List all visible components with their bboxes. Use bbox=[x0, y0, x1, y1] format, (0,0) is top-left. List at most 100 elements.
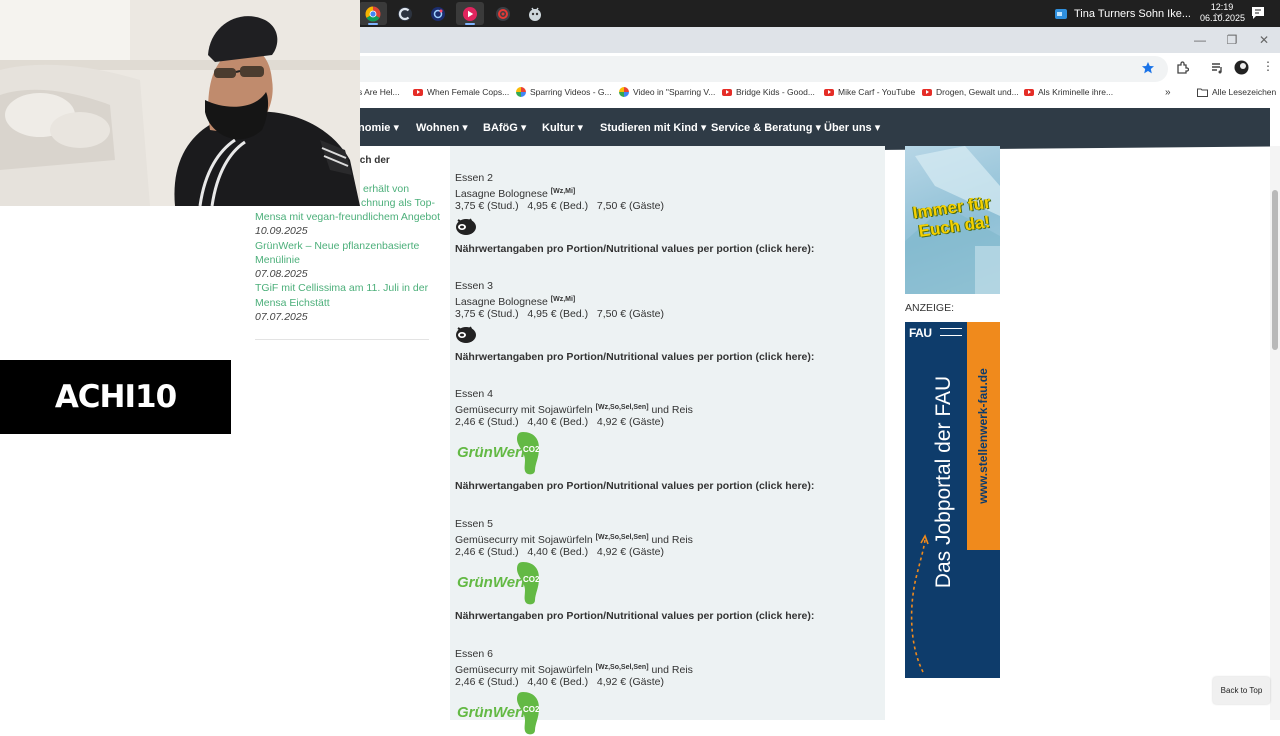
news-link[interactable]: Mensa mit vegan-freundlichem Angebot bbox=[255, 210, 445, 224]
nutrition-link[interactable]: Nährwertangaben pro Portion/Nutritional … bbox=[455, 480, 880, 492]
nav-item-studieren-mit-kind[interactable]: Studieren mit Kind ▾ bbox=[600, 121, 706, 134]
gruenwerk-text: GrünWerk bbox=[457, 574, 530, 591]
allergen-codes: [Wz,So,Sel,Sen] bbox=[595, 534, 649, 541]
allergen-codes: [Wz,Mi] bbox=[550, 188, 576, 195]
chat-app-taskbar-icon[interactable] bbox=[521, 2, 549, 25]
bookmarks-overflow-icon[interactable]: » bbox=[1165, 87, 1171, 98]
news-link[interactable]: GrünWerk – Neue pflanzenbasierte Menülin… bbox=[255, 239, 425, 268]
dish-number: Essen 3 bbox=[455, 280, 493, 292]
all-bookmarks-button[interactable]: Alle Lesezeichen bbox=[1197, 87, 1276, 97]
sidebar-heading-fragment: ich der bbox=[357, 155, 390, 166]
bookmark-item[interactable]: Als Kriminelle ihre... bbox=[1024, 87, 1113, 97]
media-player-taskbar-icon[interactable] bbox=[456, 2, 484, 25]
recorder-taskbar-icon[interactable] bbox=[489, 2, 517, 25]
arrow-icon bbox=[910, 534, 929, 673]
system-clock[interactable]: 12:19 06.10.2025 bbox=[1200, 2, 1245, 24]
ad-banner-top[interactable]: Immer für Euch da! bbox=[905, 146, 1000, 294]
chrome-taskbar-icon[interactable] bbox=[359, 2, 387, 25]
dish-prices: 3,75 € (Stud.) 4,95 € (Bed.) 7,50 € (Gäs… bbox=[455, 308, 664, 320]
nutrition-link[interactable]: Nährwertangaben pro Portion/Nutritional … bbox=[455, 610, 880, 622]
news-link[interactable]: TGiF mit Cellissima am 11. Juli in der M… bbox=[255, 281, 430, 310]
news-link-fragment[interactable]: chnung als Top- bbox=[361, 196, 435, 210]
webcam-feed-image bbox=[0, 0, 360, 206]
fau-url: www.stellenwerk-fau.de bbox=[976, 368, 990, 504]
scrollbar-thumb[interactable] bbox=[1272, 190, 1278, 350]
youtube-icon bbox=[413, 88, 423, 96]
media-widget-icon bbox=[1055, 9, 1067, 19]
ad-fau-jobportal[interactable]: FAU www.stellenwerk-fau.de Das Jobportal… bbox=[905, 322, 1000, 678]
dish-prices: 3,75 € (Stud.) 4,95 € (Bed.) 7,50 € (Gäs… bbox=[455, 200, 664, 212]
menu-panel: Essen 2 Lasagne Bolognese [Wz,Mi] 3,75 €… bbox=[450, 146, 885, 735]
nutrition-link[interactable]: Nährwertangaben pro Portion/Nutritional … bbox=[455, 351, 880, 363]
browser-menu-icon[interactable]: ⋮ bbox=[1262, 59, 1274, 73]
dish-prices: 2,46 € (Stud.) 4,40 € (Bed.) 4,92 € (Gäs… bbox=[455, 676, 664, 688]
allergen-codes: [Wz,So,Sel,Sen] bbox=[595, 404, 649, 411]
pig-icon bbox=[456, 326, 476, 343]
folder-icon bbox=[1197, 88, 1208, 97]
back-to-top-button[interactable]: Back to Top bbox=[1213, 677, 1270, 704]
restore-icon[interactable]: ❐ bbox=[1216, 27, 1248, 53]
bookmark-item[interactable]: Bridge Kids - Good... bbox=[722, 87, 815, 97]
bookmark-star-icon[interactable] bbox=[1141, 61, 1155, 80]
allergen-codes: [Wz,So,Sel,Sen] bbox=[595, 664, 649, 671]
fau-logo: FAU bbox=[909, 326, 932, 340]
dish-number: Essen 2 bbox=[455, 172, 493, 184]
media-controls-icon[interactable] bbox=[1210, 61, 1224, 80]
bookmark-item[interactable]: Mike Carf - YouTube bbox=[824, 87, 915, 97]
bookmark-item[interactable]: Video in "Sparring V... bbox=[619, 87, 715, 97]
google-photos-icon bbox=[619, 87, 629, 97]
dish-number: Essen 4 bbox=[455, 388, 493, 400]
dish-name: Gemüsecurry mit Sojawürfeln [Wz,So,Sel,S… bbox=[455, 404, 693, 416]
menu-item: Essen 5 Gemüsecurry mit Sojawürfeln [Wz,… bbox=[455, 517, 880, 622]
dish-name: Lasagne Bolognese [Wz,Mi] bbox=[455, 188, 576, 200]
bookmark-item[interactable]: Sparring Videos - G... bbox=[516, 87, 612, 97]
ad-label: ANZEIGE: bbox=[905, 302, 955, 314]
dish-prices: 2,46 € (Stud.) 4,40 € (Bed.) 4,92 € (Gäs… bbox=[455, 546, 664, 558]
ccleaner-taskbar-icon[interactable] bbox=[391, 2, 419, 25]
streamer-logo: ACHI10 bbox=[0, 360, 231, 434]
google-photos-icon bbox=[516, 87, 526, 97]
youtube-icon bbox=[922, 88, 932, 96]
news-link-fragment[interactable]: erhält von bbox=[363, 182, 409, 196]
news-date: 07.08.2025 bbox=[255, 268, 308, 281]
fau-headline: Das Jobportal der FAU bbox=[932, 375, 955, 589]
gruenwerk-text: GrünWerk bbox=[457, 444, 530, 461]
co2-text: CO2 bbox=[523, 705, 540, 714]
window-controls: — ❐ ✕ bbox=[1184, 27, 1280, 53]
dish-name: Gemüsecurry mit Sojawürfeln [Wz,So,Sel,S… bbox=[455, 664, 693, 676]
co2-text: CO2 bbox=[523, 445, 540, 454]
youtube-icon bbox=[824, 88, 834, 96]
sidebar-divider bbox=[255, 339, 429, 340]
extensions-icon[interactable] bbox=[1175, 61, 1190, 80]
news-date: 07.07.2025 bbox=[255, 311, 308, 324]
youtube-icon bbox=[1024, 88, 1034, 96]
dish-number: Essen 6 bbox=[455, 648, 493, 660]
clock-time: 12:19 bbox=[1210, 2, 1234, 12]
menu-item: Essen 6 Gemüsecurry mit Sojawürfeln [Wz,… bbox=[455, 647, 880, 736]
news-list: Mensa mit vegan-freundlichem Angebot 10.… bbox=[255, 210, 445, 324]
notification-icon[interactable] bbox=[1251, 6, 1265, 23]
nav-item-bafoeg[interactable]: BAföG ▾ bbox=[483, 121, 526, 134]
profile-avatar[interactable] bbox=[1234, 60, 1249, 80]
nutrition-link[interactable]: Nährwertangaben pro Portion/Nutritional … bbox=[455, 243, 880, 255]
bookmark-item[interactable]: Drogen, Gewalt und... bbox=[922, 87, 1019, 97]
bookmark-item[interactable]: s Are Hel... bbox=[358, 87, 400, 97]
menu-item: Essen 2 Lasagne Bolognese [Wz,Mi] 3,75 €… bbox=[455, 171, 880, 255]
allergen-codes: [Wz,Mi] bbox=[550, 296, 576, 303]
nav-item-ueber-uns[interactable]: Über uns ▾ bbox=[824, 121, 880, 134]
page-scrollbar[interactable] bbox=[1270, 146, 1280, 720]
nav-item-kultur[interactable]: Kultur ▾ bbox=[542, 121, 583, 134]
nav-item-wohnen[interactable]: Wohnen ▾ bbox=[416, 121, 468, 134]
minimize-icon[interactable]: — bbox=[1184, 27, 1216, 53]
nav-item-gastronomie[interactable]: nomie ▾ bbox=[358, 121, 399, 134]
close-icon[interactable]: ✕ bbox=[1248, 27, 1280, 53]
dish-name: Gemüsecurry mit Sojawürfeln [Wz,So,Sel,S… bbox=[455, 534, 693, 546]
nav-item-service-beratung[interactable]: Service & Beratung ▾ bbox=[711, 121, 821, 134]
menu-item: Essen 4 Gemüsecurry mit Sojawürfeln [Wz,… bbox=[455, 387, 880, 492]
bookmark-item[interactable]: When Female Cops... bbox=[413, 87, 509, 97]
news-date: 10.09.2025 bbox=[255, 225, 308, 238]
co2-text: CO2 bbox=[523, 575, 540, 584]
gruenwerk-text: GrünWerk bbox=[457, 704, 530, 721]
browser-app-taskbar-icon[interactable] bbox=[424, 2, 452, 25]
webcam-overlay bbox=[0, 0, 360, 206]
